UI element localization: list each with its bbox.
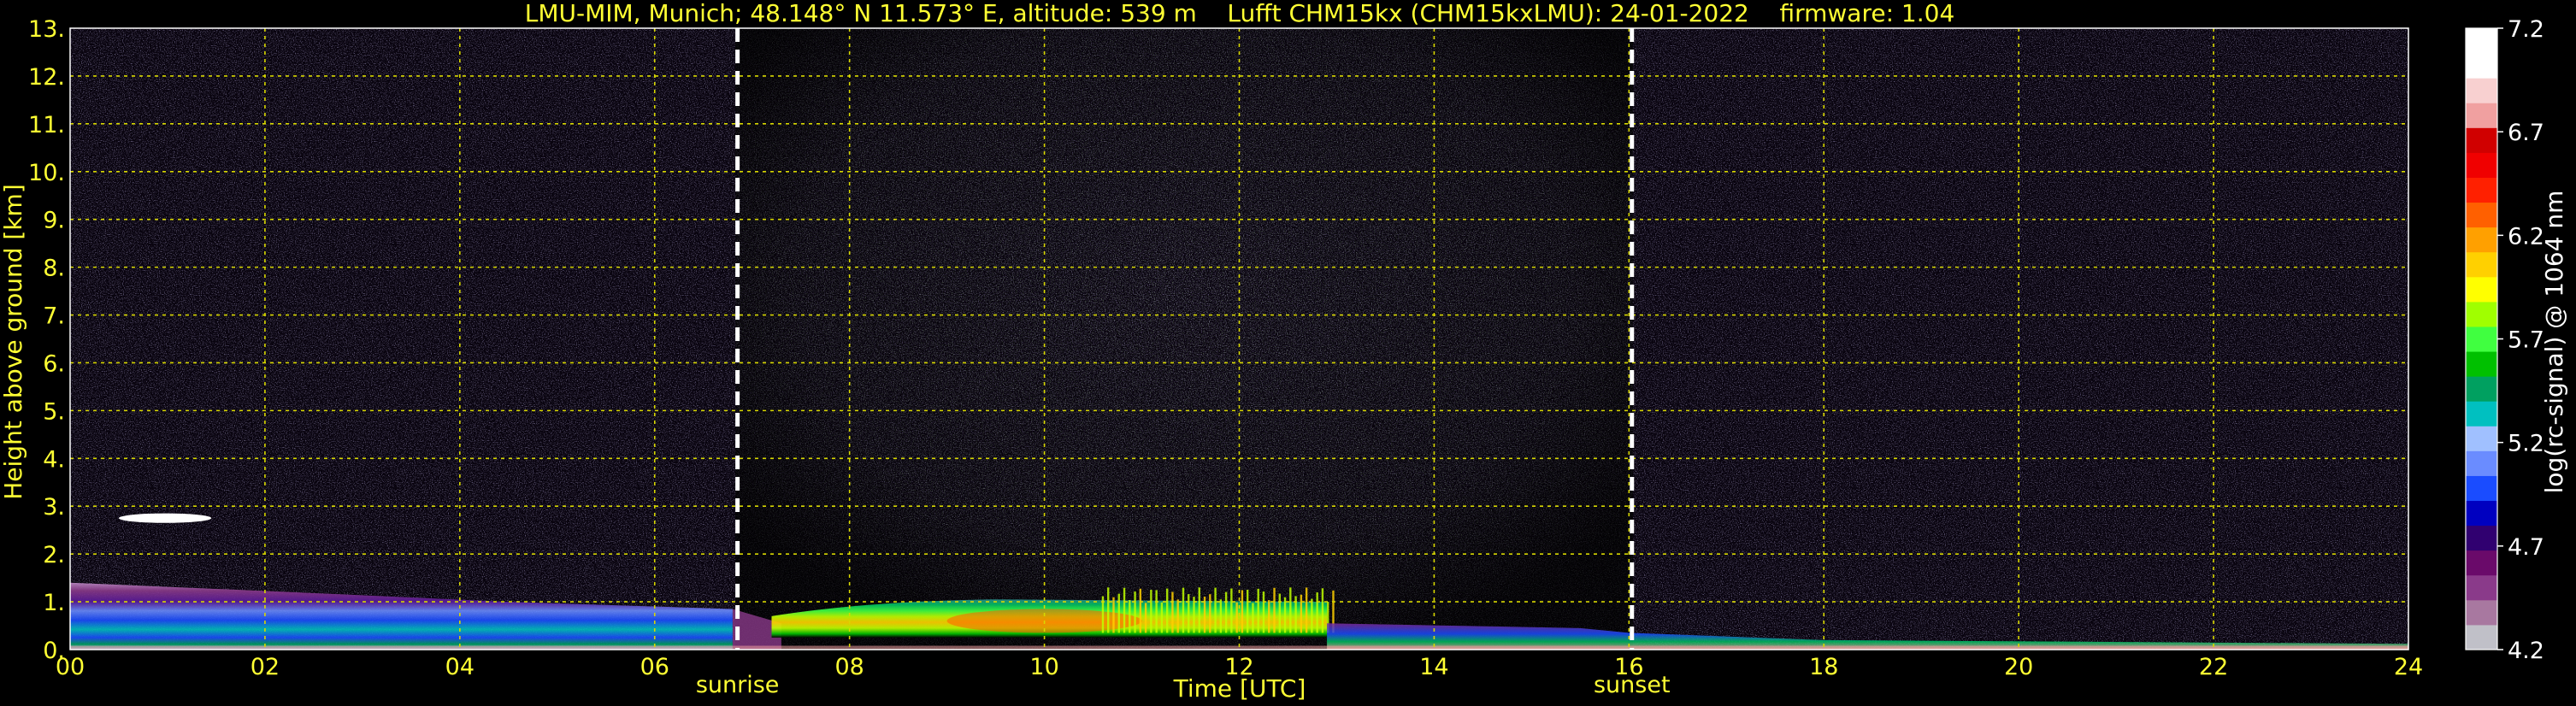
x-axis-label: Time [UTC] bbox=[1173, 674, 1306, 703]
colorbar-segment bbox=[2466, 103, 2497, 128]
colorbar-segment bbox=[2466, 127, 2497, 153]
colorbar-segment bbox=[2466, 28, 2497, 54]
colorbar-label: log(rc-signal) @ 1064 nm bbox=[2540, 191, 2568, 494]
colorbar-segment bbox=[2466, 202, 2497, 228]
y-axis-label: Height above ground [km] bbox=[0, 184, 27, 500]
marker-label-sunset: sunset bbox=[1594, 672, 1671, 698]
y-tick-label: 2. bbox=[43, 542, 65, 568]
colorbar-segment bbox=[2466, 78, 2497, 103]
colorbar-segment bbox=[2466, 251, 2497, 278]
colorbar-segment bbox=[2466, 599, 2497, 626]
y-tick-label: 12. bbox=[28, 64, 65, 91]
colorbar-tick-label: 4.7 bbox=[2508, 534, 2544, 561]
y-tick-label: 11. bbox=[28, 112, 65, 138]
y-tick-label: 10. bbox=[28, 160, 65, 186]
x-tick-label: 20 bbox=[2004, 654, 2033, 680]
x-tick-label: 24 bbox=[2394, 654, 2423, 680]
colorbar-tick-label: 6.7 bbox=[2508, 120, 2544, 146]
colorbar-tick-labels: 4.2 4.7 5.2 5.7 6.2 6.7 7.2 bbox=[2497, 16, 2544, 664]
colorbar-segment bbox=[2466, 525, 2497, 551]
y-tick-label: 4. bbox=[43, 446, 65, 473]
y-tick-label: 5. bbox=[43, 398, 65, 425]
colorbar-segment bbox=[2466, 227, 2497, 253]
x-tick-label: 04 bbox=[445, 654, 475, 680]
x-tick-label: 22 bbox=[2199, 654, 2228, 680]
colorbar-segment bbox=[2466, 152, 2497, 178]
y-tick-label: 7. bbox=[43, 303, 65, 330]
colorbar-segment bbox=[2466, 177, 2497, 203]
x-tick-label: 10 bbox=[1029, 654, 1058, 680]
x-tick-label: 08 bbox=[834, 654, 864, 680]
y-tick-label: 9. bbox=[43, 208, 65, 234]
colorbar-segment bbox=[2466, 450, 2497, 476]
y-tick-label: 1. bbox=[43, 590, 65, 616]
colorbar bbox=[2466, 28, 2497, 650]
colorbar-segment bbox=[2466, 301, 2497, 327]
x-tick-label: 14 bbox=[1419, 654, 1448, 680]
colorbar-segment bbox=[2466, 53, 2497, 79]
colorbar-tick-label: 5.2 bbox=[2508, 431, 2544, 457]
colorbar-segment bbox=[2466, 475, 2497, 502]
colorbar-segment bbox=[2466, 401, 2497, 427]
colorbar-segment bbox=[2466, 574, 2497, 601]
daytime-noise-fade bbox=[735, 28, 1633, 650]
x-tick-label: 02 bbox=[251, 654, 280, 680]
y-tick-label: 3. bbox=[43, 494, 65, 521]
marker-label-sunrise: sunrise bbox=[696, 672, 780, 698]
colorbar-segment bbox=[2466, 500, 2497, 527]
colorbar-tick-label: 6.2 bbox=[2508, 223, 2544, 250]
colorbar-segment bbox=[2466, 550, 2497, 576]
x-tick-label: 18 bbox=[1809, 654, 1838, 680]
y-tick-labels: 0. 1. 2. 3. 4. 5. 6. 7. 8. 9. 10. 11. 12. 13. bbox=[28, 16, 65, 664]
colorbar-segment bbox=[2466, 326, 2497, 352]
chart-title: LMU-MIM, Munich; 48.148° N 11.573° E, al… bbox=[525, 0, 1955, 27]
colorbar-segment bbox=[2466, 624, 2497, 650]
colorbar-tick-label: 7.2 bbox=[2508, 16, 2544, 43]
colorbar-tick-label: 5.7 bbox=[2508, 327, 2544, 354]
y-tick-label: 6. bbox=[43, 350, 65, 377]
plot-area bbox=[70, 28, 2408, 650]
lofted-cloud bbox=[118, 513, 212, 523]
colorbar-tick-label: 4.2 bbox=[2508, 638, 2544, 664]
y-tick-label: 0. bbox=[43, 638, 65, 664]
y-tick-label: 13. bbox=[28, 16, 65, 43]
y-tick-label: 8. bbox=[43, 256, 65, 282]
colorbar-segment bbox=[2466, 351, 2497, 377]
colorbar-segment bbox=[2466, 276, 2497, 303]
x-tick-label: 06 bbox=[640, 654, 669, 680]
colorbar-segment bbox=[2466, 426, 2497, 451]
colorbar-segment bbox=[2466, 376, 2497, 402]
ceilometer-chart: LMU-MIM, Munich; 48.148° N 11.573° E, al… bbox=[0, 0, 2568, 703]
